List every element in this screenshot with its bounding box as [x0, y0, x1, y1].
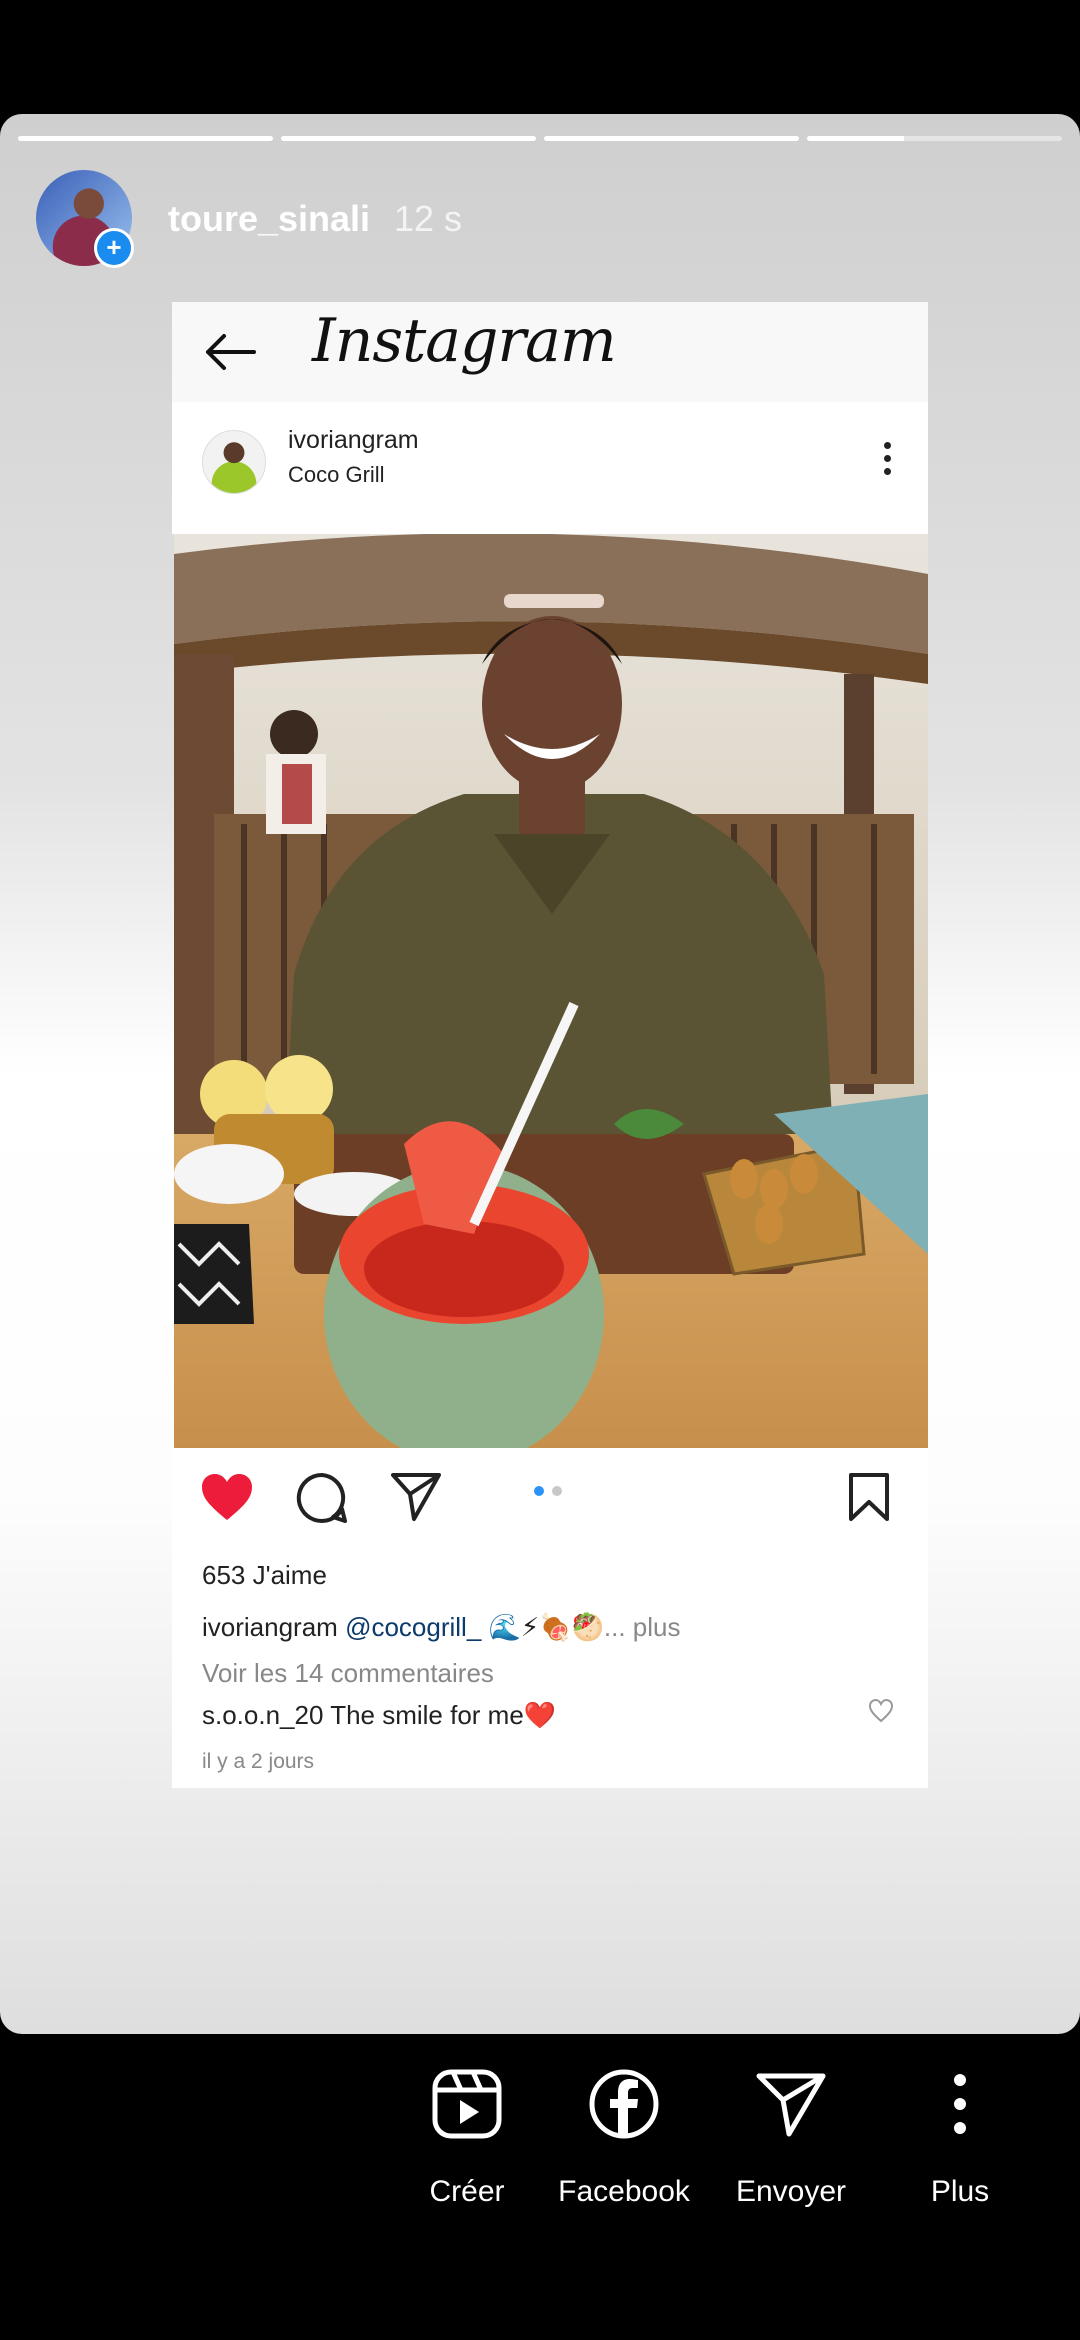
send-icon [756, 2073, 826, 2137]
bookmark-icon [849, 1473, 889, 1521]
more-button[interactable]: Plus [875, 2064, 1045, 2209]
comment-icon [296, 1472, 347, 1523]
share-send-icon [391, 1473, 441, 1521]
progress-segment-current [807, 136, 1062, 141]
more-label: Plus [930, 2175, 990, 2208]
carousel-indicator [534, 1486, 562, 1496]
post-location: Coco Grill [288, 462, 385, 487]
create-label: Créer [429, 2175, 505, 2208]
likes-count: 653 J'aime [202, 1560, 327, 1590]
more-vertical-icon [954, 2074, 966, 2134]
story-avatar[interactable]: + [36, 170, 134, 268]
comment-like-icon [868, 1698, 894, 1723]
progress-segment [18, 136, 273, 141]
story-timestamp: 12 s [394, 198, 463, 239]
send-label: Envoyer [735, 2175, 847, 2208]
post-photo-illustration [174, 534, 928, 1448]
more-options-icon [884, 442, 892, 481]
shared-post-screenshot: Instagram ivoriangram Coco Grill 653 J'a… [172, 302, 928, 1788]
facebook-icon [589, 2069, 659, 2139]
post-photo [174, 534, 928, 1448]
post-header: ivoriangram Coco Grill [172, 402, 928, 534]
like-heart-icon [202, 1474, 252, 1520]
post-actions [172, 1448, 928, 1548]
add-story-icon[interactable]: + [94, 228, 134, 268]
post-time-ago: il y a 2 jours [202, 1750, 315, 1773]
post-avatar [202, 430, 266, 494]
caption-emoji: 🌊⚡🍖🥙 [481, 1612, 604, 1642]
story-viewer[interactable]: + toure_sinali 12 s Instagram ivoriangra… [0, 114, 1080, 2034]
facebook-button[interactable]: Facebook [539, 2064, 709, 2209]
create-button[interactable]: Créer [382, 2064, 552, 2209]
post-meta: 653 J'aime ivoriangram @cocogrill_ 🌊⚡🍖🥙.… [172, 1548, 928, 1788]
story-progress [18, 136, 1062, 141]
caption-username: ivoriangram [202, 1612, 338, 1642]
caption-mention: @cocogrill_ [345, 1612, 482, 1642]
reels-icon [432, 2069, 502, 2139]
instagram-logo: Instagram [312, 306, 617, 376]
send-button[interactable]: Envoyer [706, 2064, 876, 2209]
share-actions-bar: Créer Facebook Envoyer Plus [0, 2034, 1080, 2340]
comment-username: s.o.o.n_20 [202, 1700, 324, 1730]
back-arrow-icon [206, 334, 256, 370]
progress-segment [281, 136, 536, 141]
screenshot-header: Instagram [172, 302, 928, 402]
view-comments-link: Voir les 14 commentaires [202, 1658, 494, 1688]
top-comment: s.o.o.n_20 The smile for me❤️ [202, 1700, 556, 1731]
caption-more-link: ... plus [603, 1612, 681, 1642]
story-username[interactable]: toure_sinali [168, 198, 370, 240]
comment-text: The smile for me❤️ [323, 1700, 557, 1730]
facebook-label: Facebook [558, 2175, 690, 2208]
progress-segment [544, 136, 799, 141]
post-caption: ivoriangram @cocogrill_ 🌊⚡🍖🥙... plus [202, 1612, 681, 1643]
post-username: ivoriangram [288, 426, 419, 454]
